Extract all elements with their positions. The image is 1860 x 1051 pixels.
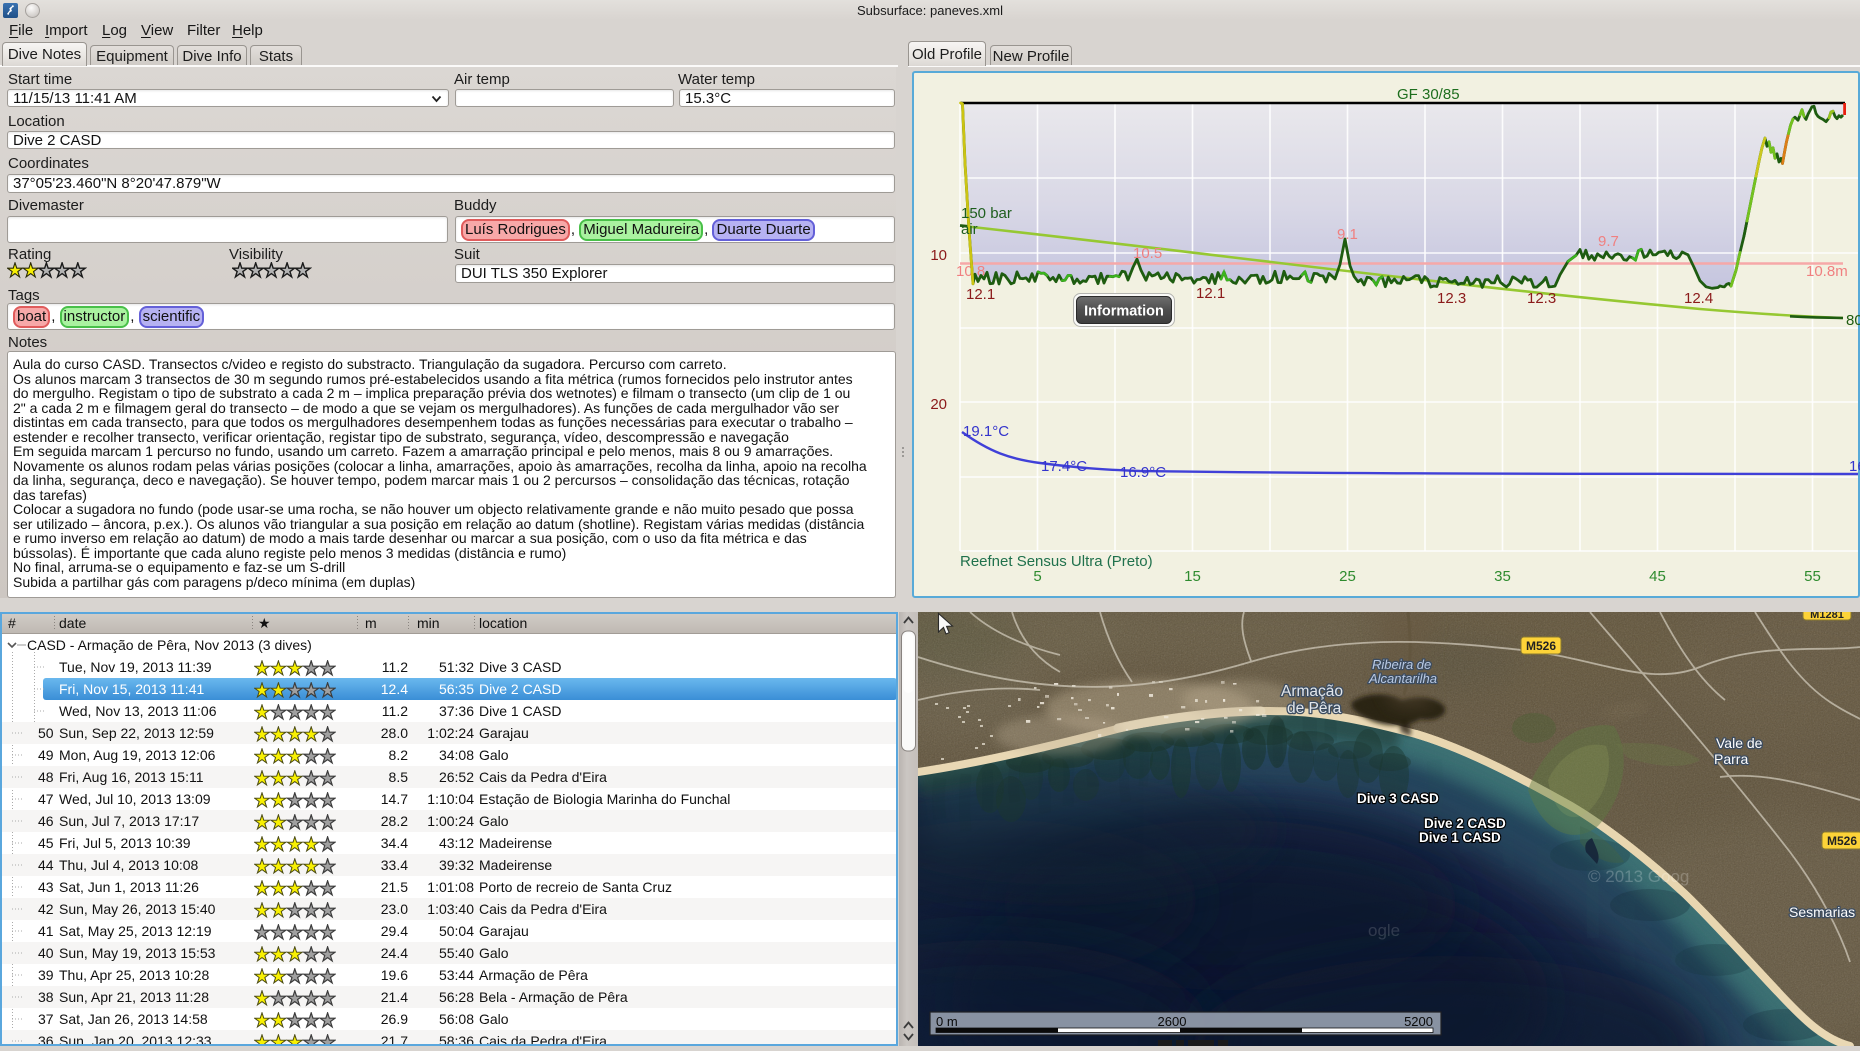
svg-text:16: 16: [1849, 458, 1860, 475]
svg-text:12.1: 12.1: [1196, 285, 1225, 302]
svg-text:M526: M526: [1827, 834, 1857, 848]
svg-text:de Pêra: de Pêra: [1287, 700, 1342, 717]
svg-text:10: 10: [930, 247, 947, 264]
svg-text:5200: 5200: [1404, 1014, 1433, 1029]
svg-text:Vale de: Vale de: [1716, 735, 1763, 751]
svg-text:80: 80: [1846, 312, 1860, 329]
svg-text:55: 55: [1804, 568, 1821, 585]
svg-text:35: 35: [1494, 568, 1511, 585]
svg-text:Sesmarias: Sesmarias: [1789, 904, 1855, 920]
svg-text:10.5: 10.5: [1133, 245, 1162, 262]
svg-text:Dive 2 CASD: Dive 2 CASD: [1424, 816, 1506, 831]
svg-text:Reefnet Sensus Ultra (Preto): Reefnet Sensus Ultra (Preto): [960, 553, 1153, 570]
svg-text:12.4: 12.4: [1684, 290, 1713, 307]
svg-text:10.8m: 10.8m: [1806, 263, 1848, 280]
svg-text:ogle: ogle: [1368, 921, 1400, 940]
svg-text:Armação: Armação: [1281, 683, 1343, 700]
svg-text:© 2013 Goog: © 2013 Goog: [1588, 867, 1689, 886]
svg-text:16.9°C: 16.9°C: [1120, 464, 1166, 481]
svg-text:45: 45: [1649, 568, 1666, 585]
svg-text:5: 5: [1033, 568, 1041, 585]
svg-text:2600: 2600: [1158, 1014, 1187, 1029]
svg-text:M526: M526: [1526, 639, 1556, 653]
svg-text:25: 25: [1339, 568, 1356, 585]
svg-text:air: air: [961, 221, 978, 238]
svg-text:GF 30/85: GF 30/85: [1397, 86, 1460, 103]
svg-text:Dive 1 CASD: Dive 1 CASD: [1419, 830, 1501, 845]
svg-text:M1281: M1281: [1810, 612, 1844, 621]
svg-text:17.4°C: 17.4°C: [1041, 458, 1087, 475]
svg-text:Ribeira de: Ribeira de: [1372, 657, 1431, 672]
svg-text:12.3: 12.3: [1527, 290, 1556, 307]
svg-text:Parra: Parra: [1714, 751, 1748, 767]
svg-text:Alcantarilha: Alcantarilha: [1368, 671, 1437, 686]
svg-text:9.1: 9.1: [1337, 226, 1358, 243]
svg-text:Dive 3 CASD: Dive 3 CASD: [1357, 791, 1439, 806]
svg-text:150 bar: 150 bar: [961, 205, 1012, 222]
svg-text:12.1: 12.1: [966, 286, 995, 303]
svg-text:0 m: 0 m: [936, 1014, 958, 1029]
svg-text:19.1°C: 19.1°C: [963, 423, 1009, 440]
svg-text:12.3: 12.3: [1437, 290, 1466, 307]
svg-text:9.7: 9.7: [1598, 233, 1619, 250]
svg-text:15: 15: [1184, 568, 1201, 585]
svg-text:20: 20: [930, 396, 947, 413]
svg-text:Information: Information: [1084, 304, 1164, 320]
